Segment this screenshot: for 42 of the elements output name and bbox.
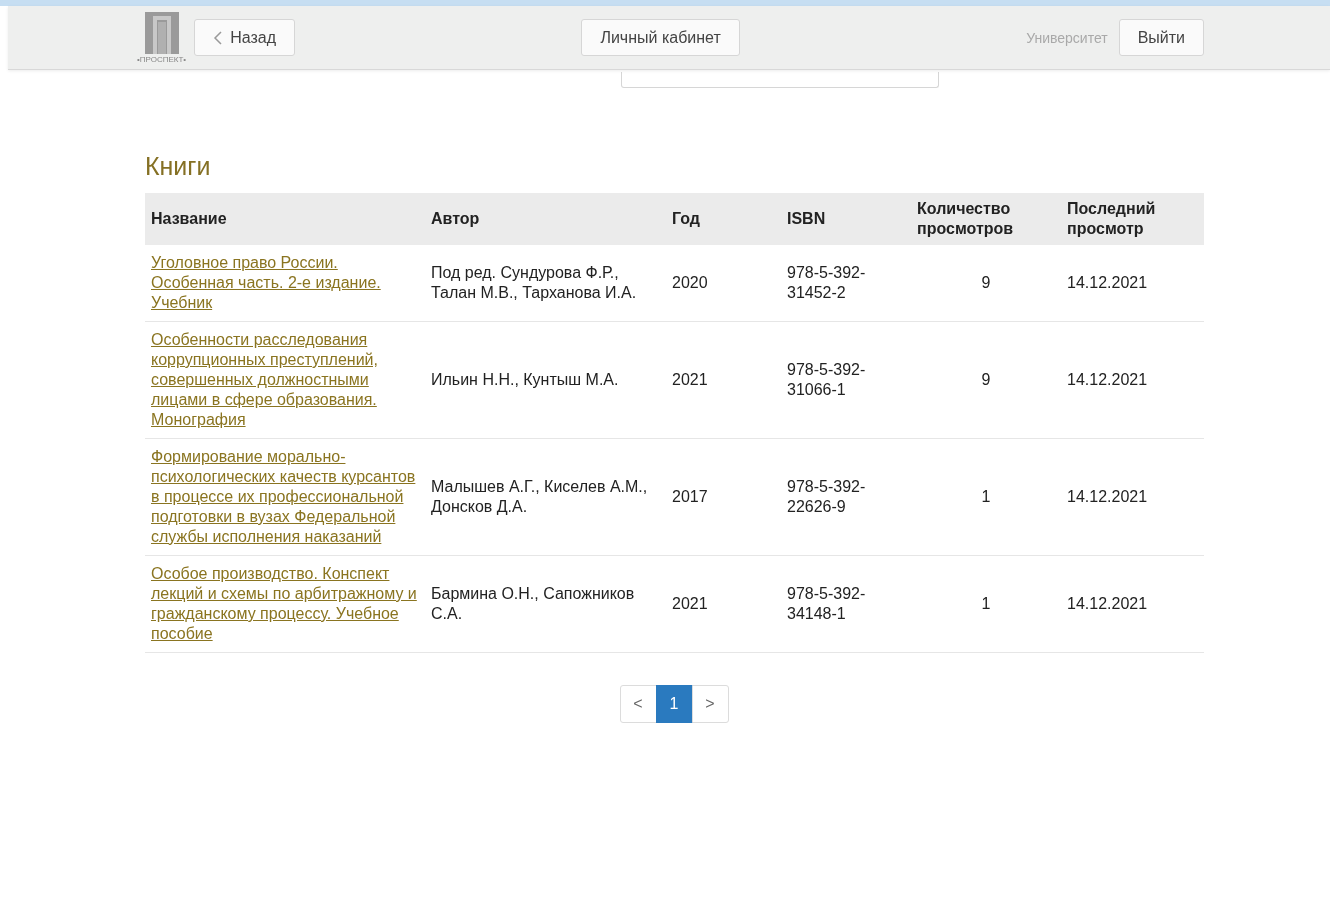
- chevron-left-icon: [213, 30, 223, 45]
- table-cell: 14.12.2021: [1061, 321, 1204, 439]
- table-cell: 14.12.2021: [1061, 245, 1204, 322]
- table-cell: 2021: [666, 555, 781, 653]
- table-cell: 14.12.2021: [1061, 438, 1204, 556]
- column-header: Автор: [425, 193, 666, 245]
- page-button[interactable]: 1: [655, 685, 693, 723]
- table-cell: Ильин Н.Н., Кунтыш М.А.: [425, 321, 666, 439]
- table-cell: 1: [911, 438, 1061, 556]
- column-header: Последний просмотр: [1061, 193, 1204, 245]
- input-field[interactable]: [621, 72, 939, 88]
- column-header: ISBN: [781, 193, 911, 245]
- table-cell: 978-5-392-22626-9: [781, 438, 911, 556]
- organization-name: Университет: [1026, 29, 1108, 46]
- logo-icon: [144, 11, 179, 54]
- table-cell: 2021: [666, 321, 781, 439]
- book-title-link[interactable]: Особое производство. Конспект лекций и схемы по арбитражному и гражданскому процессу. Учебное пособие: [151, 564, 419, 644]
- column-header: Название: [145, 193, 425, 245]
- table-cell: 978-5-392-31452-2: [781, 245, 911, 322]
- personal-account-button[interactable]: Личный кабинет: [581, 19, 740, 56]
- logout-button[interactable]: Выйти: [1118, 19, 1204, 56]
- table-cell: 9: [911, 321, 1061, 439]
- table-cell: 2017: [666, 438, 781, 556]
- logo-caption: •ПРОСПЕКТ•: [137, 54, 187, 64]
- book-title-link[interactable]: Формирование морально-психологических качеств курсантов в процессе их профессиональной подготовки в вузах Федеральной службы исполнения наказаний: [151, 447, 419, 547]
- table-cell: Под ред. Сундурова Ф.Р., Талан М.В., Тарханова И.А.: [425, 245, 666, 322]
- back-button[interactable]: Назад: [194, 19, 295, 56]
- table-cell: Малышев А.Г., Киселев А.М., Донсков Д.А.: [425, 438, 666, 556]
- table-cell: 2020: [666, 245, 781, 322]
- section-title: Книги: [145, 152, 212, 181]
- next-page-button[interactable]: >: [691, 685, 729, 723]
- book-title-link[interactable]: Особенности расследования коррупционных преступлений, совершенных должностными лицами в сфере образования. Монография: [151, 330, 419, 430]
- table-cell: 978-5-392-34148-1: [781, 555, 911, 653]
- column-header: Количество просмотров: [911, 193, 1061, 245]
- table-cell: Бармина О.Н., Сапожников С.А.: [425, 555, 666, 653]
- book-title-link[interactable]: Уголовное право России. Особенная часть. 2-е издание. Учебник: [151, 253, 419, 313]
- table-cell: 1: [911, 555, 1061, 653]
- table-cell: 14.12.2021: [1061, 555, 1204, 653]
- table-cell: 9: [911, 245, 1061, 322]
- previous-page-button[interactable]: <: [619, 685, 657, 723]
- table-cell: 978-5-392-31066-1: [781, 321, 911, 439]
- column-header: Год: [666, 193, 781, 245]
